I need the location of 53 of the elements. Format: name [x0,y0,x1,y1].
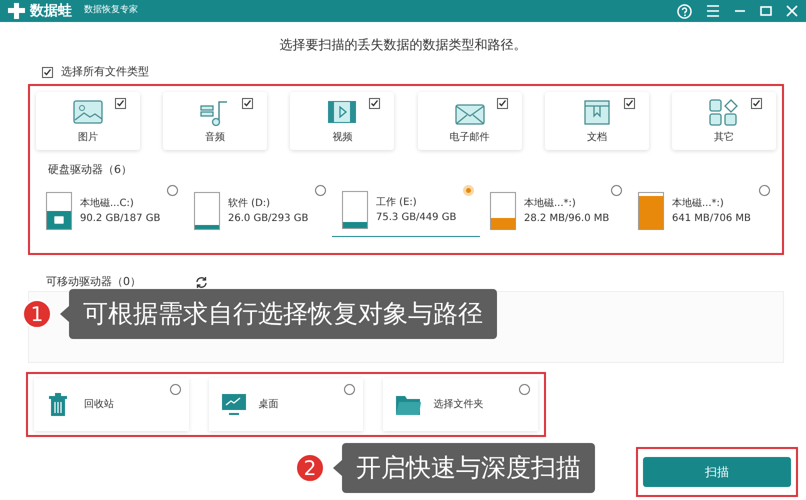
section-label: 可移动驱动器（0） [46,274,141,290]
location-card[interactable]: 选择文件夹 [383,378,538,431]
file-type-card[interactable]: 图片 [36,92,140,150]
drive-usage: 90.2 GB/187 GB [80,212,160,226]
callout-text: 可根据需求自行选择恢复对象与路径 [69,289,497,338]
checkbox[interactable] [115,98,126,109]
radio-button[interactable] [344,384,356,395]
drive-usage: 26.0 GB/293 GB [228,212,308,226]
maximize-icon[interactable] [760,5,772,17]
monitor-icon [220,392,247,417]
file-type-card[interactable]: 文档 [544,92,649,150]
radio-button[interactable] [611,184,622,196]
logo-icon [8,3,26,19]
drive-name: 工作 (E:) [376,196,418,210]
grid-icon [708,98,740,126]
app-logo: 数据蛙 [30,2,72,20]
radio-button[interactable] [167,184,178,196]
drive-name: 本地磁...*:) [524,196,577,210]
checkbox[interactable] [624,98,635,109]
drive-name: 本地磁...*:) [672,196,725,210]
checkbox-label: 选择所有文件类型 [61,64,149,80]
file-type-card[interactable]: 其它 [672,92,776,150]
help-icon[interactable] [677,4,692,18]
film-icon [326,98,358,126]
page-heading: 选择要扫描的丢失数据的数据类型和路径。 [280,38,526,53]
checkbox[interactable] [750,98,762,109]
image-icon [72,98,104,126]
file-type-card[interactable]: 音频 [163,92,268,150]
menu-icon[interactable] [706,5,720,17]
drive-usage: 28.2 MB/96.0 MB [524,212,610,226]
file-type-card[interactable]: 视频 [290,92,394,150]
checkbox[interactable] [369,98,380,109]
callout-text: 开启快速与深度扫描 [342,443,595,492]
drive-usage: 641 MB/706 MB [672,212,751,226]
app-subtitle: 数据恢复专家 [84,4,138,18]
radio-button[interactable] [519,384,530,395]
location-card[interactable]: 桌面 [208,378,364,431]
checkbox[interactable] [42,66,53,78]
drive-usage: 75.3 GB/449 GB [376,211,456,225]
drive-name: 本地磁...C:) [80,196,135,210]
scan-button[interactable]: 扫描 [643,457,791,487]
checkbox[interactable] [496,98,508,109]
location-card[interactable]: 回收站 [34,378,189,431]
file-type-card[interactable]: 电子邮件 [418,92,522,150]
drive-name: 软件 (D:) [228,196,272,210]
radio-button[interactable] [170,384,181,395]
close-icon[interactable] [786,5,798,17]
refresh-icon[interactable] [195,276,208,288]
radio-button[interactable] [315,184,326,196]
radio-button[interactable] [759,184,770,196]
section-label: 硬盘驱动器（6） [48,163,132,176]
step-number-badge: 2 [295,452,325,483]
checkbox[interactable] [242,98,254,109]
